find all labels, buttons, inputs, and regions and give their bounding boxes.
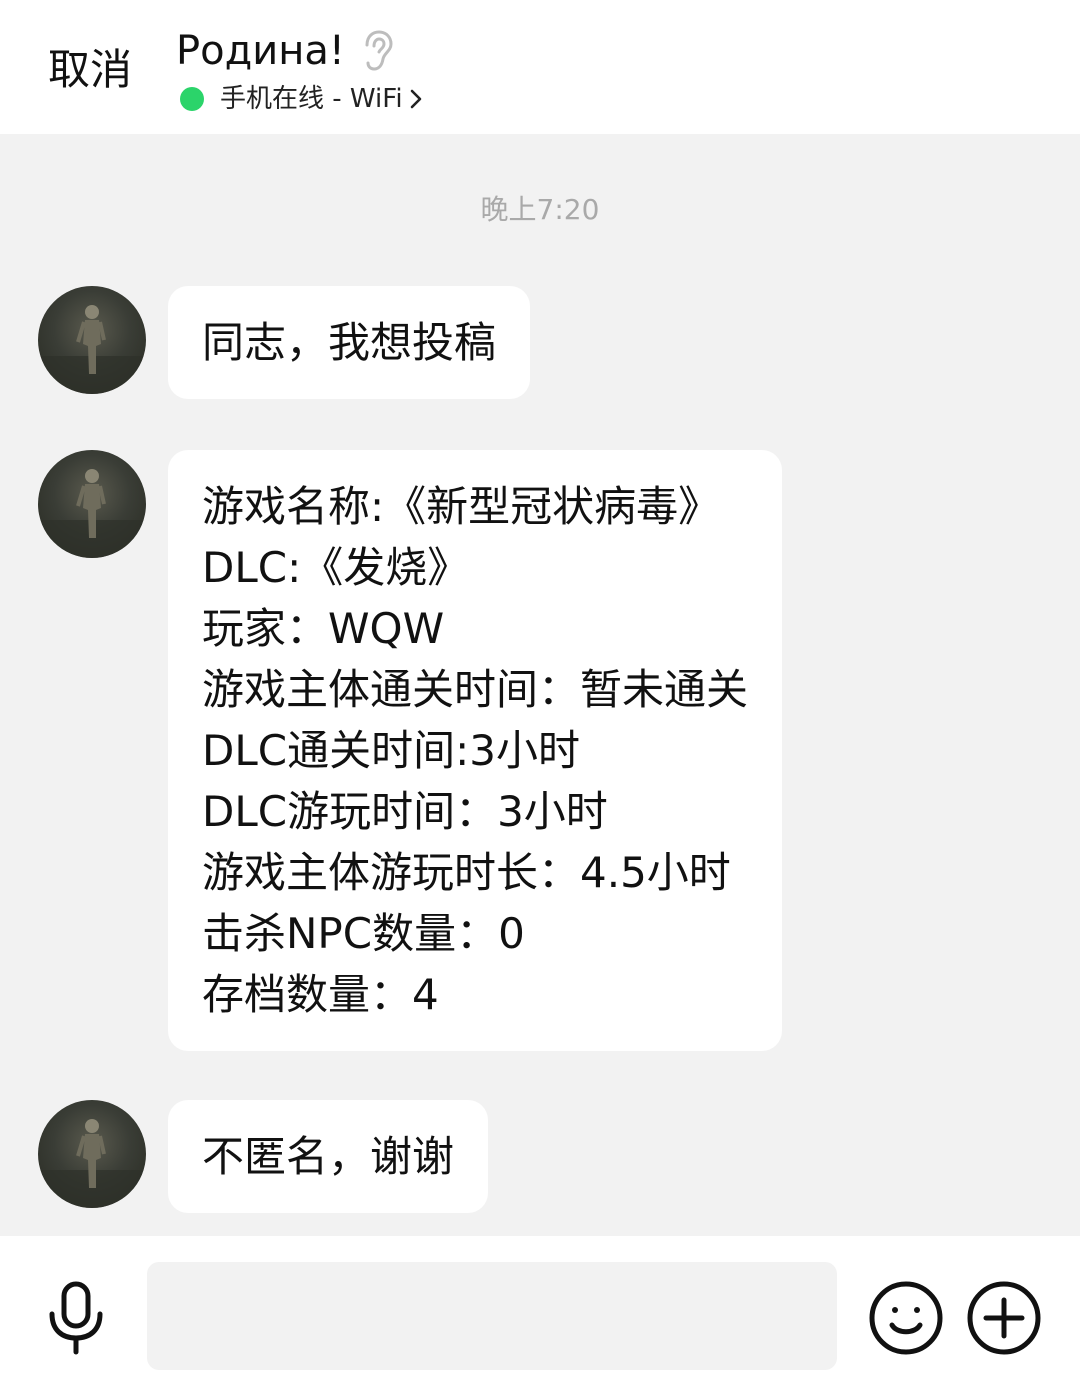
message-line: 游戏名称:《新型冠状病毒》 <box>202 482 721 531</box>
message-row: 游戏名称:《新型冠状病毒》 DLC:《发烧》 玩家：WQW 游戏主体通关时间：暂… <box>38 450 783 1051</box>
title-row: Родина! <box>176 26 395 76</box>
online-dot-icon <box>180 87 204 111</box>
message-bubble[interactable]: 同志，我想投稿 <box>168 286 531 399</box>
chevron-right-icon <box>409 87 423 111</box>
chat-header: 取消 Родина! 手机在线 - WiFi <box>0 0 1080 134</box>
avatar[interactable] <box>38 286 146 394</box>
message-timestamp: 晚上7:20 <box>480 193 600 226</box>
message-text: 不匿名，谢谢 <box>202 1132 455 1181</box>
ear-icon[interactable] <box>361 29 395 73</box>
message-bubble[interactable]: 不匿名，谢谢 <box>168 1100 489 1213</box>
message-line: 存档数量：4 <box>202 970 439 1019</box>
message-line: DLC游玩时间：3小时 <box>202 787 608 836</box>
message-list[interactable]: 晚上7:20 同志，我想投稿 游戏名称:《新型冠状病毒》 DLC:《发烧》 玩家… <box>0 134 1080 1236</box>
plus-circle-icon[interactable] <box>966 1280 1042 1356</box>
avatar[interactable] <box>38 450 146 558</box>
message-line: 玩家：WQW <box>202 604 445 653</box>
cancel-button[interactable]: 取消 <box>48 44 132 96</box>
message-line: 游戏主体通关时间：暂未通关 <box>202 665 749 714</box>
message-input[interactable] <box>147 1262 837 1370</box>
smiley-icon[interactable] <box>868 1280 944 1356</box>
message-bubble[interactable]: 游戏名称:《新型冠状病毒》 DLC:《发烧》 玩家：WQW 游戏主体通关时间：暂… <box>168 450 783 1051</box>
microphone-icon[interactable] <box>44 1280 108 1356</box>
message-line: DLC:《发烧》 <box>202 543 470 592</box>
message-row: 同志，我想投稿 <box>38 286 531 399</box>
message-line: 击杀NPC数量：0 <box>202 909 525 958</box>
contact-name: Родина! <box>176 28 345 74</box>
message-line: DLC通关时间:3小时 <box>202 726 580 775</box>
message-line: 游戏主体游玩时长：4.5小时 <box>202 848 731 897</box>
chat-screen: 取消 Родина! 手机在线 - WiFi 晚上7:20 同志，我想投稿 游戏… <box>0 0 1080 1398</box>
status-text: 手机在线 - WiFi <box>220 84 403 114</box>
avatar[interactable] <box>38 1100 146 1208</box>
message-text: 同志，我想投稿 <box>202 318 497 367</box>
online-status[interactable]: 手机在线 - WiFi <box>180 82 423 116</box>
message-row: 不匿名，谢谢 <box>38 1100 489 1213</box>
